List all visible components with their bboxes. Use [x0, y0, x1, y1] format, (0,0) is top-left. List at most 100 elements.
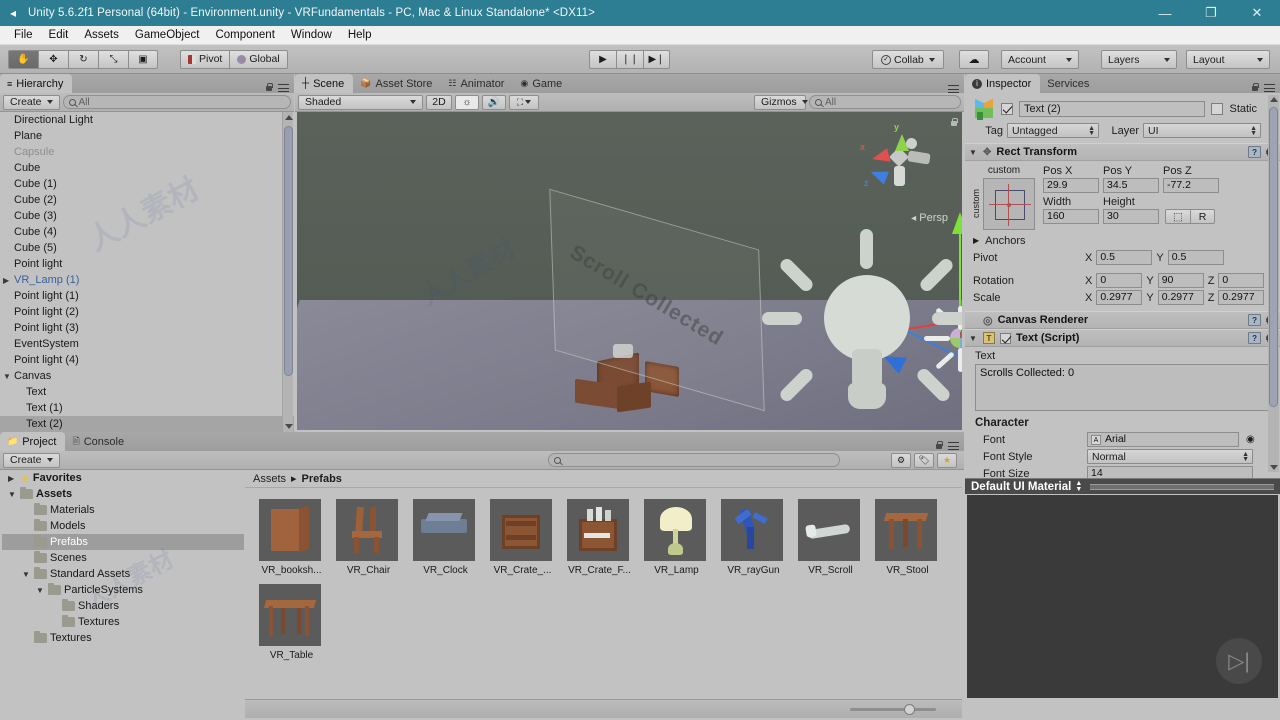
breadcrumb-prefabs[interactable]: Prefabs: [302, 473, 342, 485]
gizmo-y-arrow-icon[interactable]: [952, 212, 962, 234]
hierarchy-search-input[interactable]: All: [62, 95, 291, 109]
account-button[interactable]: Account: [1001, 50, 1079, 69]
lighting-toggle-button[interactable]: ☼: [455, 94, 479, 110]
chevron-down-icon[interactable]: ▼: [36, 586, 45, 595]
hierarchy-item[interactable]: Cube (5): [0, 240, 294, 256]
scale-y-field[interactable]: 0.2977: [1157, 290, 1204, 305]
asset-item[interactable]: VR_Scroll: [798, 499, 863, 576]
project-tree-item[interactable]: Shaders: [2, 598, 244, 614]
font-object-field[interactable]: A Arial: [1087, 432, 1239, 447]
inspector-scroll-thumb[interactable]: [1269, 107, 1278, 407]
blueprint-mode-button[interactable]: ⬚: [1165, 209, 1191, 224]
hierarchy-item[interactable]: Text (1): [0, 400, 294, 416]
tab-scene[interactable]: ┼ Scene: [295, 74, 354, 93]
updown-icon[interactable]: ▲ ▼: [1075, 480, 1082, 493]
project-create-button[interactable]: Create: [3, 452, 60, 468]
text-script-enabled-checkbox[interactable]: [1000, 332, 1011, 344]
layers-button[interactable]: Layers: [1101, 50, 1177, 69]
minimize-button[interactable]: —: [1142, 0, 1188, 26]
slider-knob[interactable]: [904, 703, 915, 715]
gizmo-handle-bottom[interactable]: [958, 348, 962, 372]
breadcrumb-assets[interactable]: Assets: [253, 473, 286, 485]
tab-hierarchy[interactable]: ≡ Hierarchy: [0, 74, 73, 93]
project-tree-item[interactable]: Textures: [2, 614, 244, 630]
effects-dropdown-button[interactable]: ⛶: [509, 94, 539, 110]
pos-z-field[interactable]: -77.2: [1163, 178, 1219, 193]
audio-toggle-button[interactable]: 🔊: [482, 94, 506, 110]
chevron-down-icon[interactable]: ▼: [3, 372, 14, 381]
project-tree-item[interactable]: ▼ Assets: [2, 486, 244, 502]
tab-services[interactable]: Services: [1040, 74, 1098, 93]
hierarchy-create-button[interactable]: Create: [3, 94, 60, 110]
preview-play-button[interactable]: ▷|: [1216, 638, 1262, 684]
scroll-down-arrow-icon[interactable]: [285, 424, 293, 429]
inspector-scrollbar[interactable]: [1268, 95, 1279, 472]
inspector-preview-area[interactable]: ▷|: [967, 495, 1278, 698]
menu-assets[interactable]: Assets: [76, 26, 127, 45]
tab-animator[interactable]: ☷ Animator: [441, 74, 513, 93]
asset-item[interactable]: VR_booksh...: [259, 499, 324, 576]
close-button[interactable]: ✕: [1234, 0, 1280, 26]
pivot-x-field[interactable]: 0.5: [1096, 250, 1153, 265]
project-tree-item[interactable]: Scenes: [2, 550, 244, 566]
hierarchy-item[interactable]: Directional Light: [0, 112, 294, 128]
global-button[interactable]: Global: [229, 49, 288, 69]
menu-component[interactable]: Component: [207, 26, 282, 45]
scene-projection-label[interactable]: ◂ Persp: [911, 212, 948, 224]
scene-search-input[interactable]: All: [809, 95, 961, 109]
scene-axis-gizmo[interactable]: y x z: [858, 120, 942, 200]
hierarchy-item[interactable]: ▶ VR_Lamp (1): [0, 272, 294, 288]
thumbnail-size-slider[interactable]: [850, 703, 936, 715]
hand-tool-button[interactable]: ✋: [8, 49, 38, 69]
width-field[interactable]: 160: [1043, 209, 1099, 224]
panel-menu-icon[interactable]: [948, 442, 959, 450]
menu-edit[interactable]: Edit: [41, 26, 77, 45]
asset-item[interactable]: VR_rayGun: [721, 499, 786, 576]
menu-file[interactable]: File: [6, 26, 41, 45]
asset-item[interactable]: VR_Crate_F...: [567, 499, 632, 576]
project-tree-item[interactable]: Models: [2, 518, 244, 534]
axis-gizmo-neg-y[interactable]: [894, 166, 905, 186]
panel-menu-icon[interactable]: [278, 84, 289, 92]
filter-type-button[interactable]: ⚙: [891, 452, 911, 468]
hierarchy-item[interactable]: Cube (3): [0, 208, 294, 224]
foldout-icon[interactable]: ▼: [969, 148, 978, 157]
cloud-button[interactable]: ☁: [959, 50, 989, 69]
project-tree-item[interactable]: Textures: [2, 630, 244, 646]
asset-item[interactable]: VR_Lamp: [644, 499, 709, 576]
project-tree-item[interactable]: ▼ ParticleSystems: [2, 582, 244, 598]
hierarchy-list[interactable]: Directional Light Plane Capsule Cube Cube (1…: [0, 112, 294, 432]
axis-gizmo-x-cone[interactable]: [870, 148, 891, 166]
static-checkbox[interactable]: [1211, 103, 1224, 115]
tag-dropdown[interactable]: Untagged ▲ ▼: [1007, 123, 1099, 138]
hierarchy-item[interactable]: Point light (4): [0, 352, 294, 368]
step-button[interactable]: ▶❘: [643, 50, 670, 69]
pause-button[interactable]: ❘❘: [616, 50, 643, 69]
asset-grid[interactable]: VR_booksh... VR_Chair VR_Clock VR_Crate_...…: [245, 489, 962, 698]
project-tree-item[interactable]: Materials: [2, 502, 244, 518]
scale-z-field[interactable]: 0.2977: [1218, 290, 1265, 305]
lock-icon[interactable]: [935, 441, 943, 451]
scene-viewport[interactable]: Scroll Collected y x z ◂ Persp: [297, 112, 962, 430]
chevron-down-icon[interactable]: ▼: [8, 490, 17, 499]
tab-inspector[interactable]: i Inspector: [965, 74, 1041, 93]
hierarchy-item[interactable]: Cube (1): [0, 176, 294, 192]
hierarchy-item[interactable]: Text (2): [0, 416, 294, 432]
hierarchy-item[interactable]: Cube: [0, 160, 294, 176]
asset-item[interactable]: VR_Clock: [413, 499, 478, 576]
gizmos-dropdown[interactable]: Gizmos: [754, 94, 808, 110]
menu-window[interactable]: Window: [283, 26, 340, 45]
help-icon[interactable]: ?: [1248, 146, 1262, 158]
foldout-icon[interactable]: ▼: [969, 334, 978, 343]
favorites-filter-button[interactable]: ★: [937, 452, 957, 468]
object-enabled-checkbox[interactable]: [1001, 103, 1013, 115]
asset-item[interactable]: VR_Crate_...: [490, 499, 555, 576]
scale-tool-button[interactable]: ⤡: [98, 49, 128, 69]
project-search-input[interactable]: [548, 453, 840, 467]
tab-asset-store[interactable]: 📦 Asset Store: [353, 74, 441, 93]
shading-mode-dropdown[interactable]: Shaded: [298, 94, 423, 110]
hierarchy-item[interactable]: Plane: [0, 128, 294, 144]
anchors-row[interactable]: ▶ Anchors: [965, 232, 1280, 249]
play-button[interactable]: ▶: [589, 50, 616, 69]
hierarchy-item[interactable]: Capsule: [0, 144, 294, 160]
